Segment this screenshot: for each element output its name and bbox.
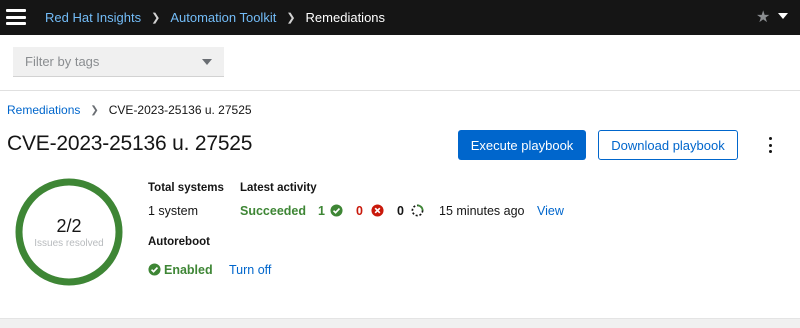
view-activity-link[interactable]: View xyxy=(537,204,564,218)
running-count: 0 xyxy=(397,204,404,218)
autoreboot-label: Autoreboot xyxy=(148,236,210,248)
caret-down-icon xyxy=(202,59,212,65)
top-breadcrumb-insights[interactable]: Red Hat Insights xyxy=(45,10,141,25)
top-breadcrumb: Red Hat Insights ❯ Automation Toolkit ❯ … xyxy=(45,0,385,35)
chevron-right-icon: ❯ xyxy=(286,12,296,24)
masthead: Red Hat Insights ❯ Automation Toolkit ❯ … xyxy=(0,0,800,35)
issues-progress-value: 2/2 xyxy=(56,216,82,236)
page-footer-band xyxy=(0,318,800,328)
chevron-right-icon: ❯ xyxy=(151,12,161,24)
autoreboot-status: Enabled xyxy=(164,263,213,277)
filter-bar: Filter by tags xyxy=(0,35,800,91)
breadcrumb: Remediations ❯ CVE-2023-25136 u. 27525 xyxy=(7,103,252,117)
chevron-right-icon: ❯ xyxy=(90,104,99,116)
check-circle-icon xyxy=(148,263,161,276)
turn-off-autoreboot-link[interactable]: Turn off xyxy=(229,263,271,277)
check-circle-icon xyxy=(330,204,343,217)
issues-progress-label: Issues resolved xyxy=(34,238,104,249)
times-circle-icon xyxy=(371,204,384,217)
top-breadcrumb-current: Remediations xyxy=(305,10,386,25)
total-systems-label: Total systems xyxy=(148,182,224,194)
failed-count: 0 xyxy=(356,204,363,218)
download-playbook-button[interactable]: Download playbook xyxy=(598,130,738,160)
activity-status: Succeeded xyxy=(240,204,307,218)
tag-filter-placeholder: Filter by tags xyxy=(25,54,100,69)
activity-time: 15 minutes ago xyxy=(439,204,525,218)
top-breadcrumb-toolkit[interactable]: Automation Toolkit xyxy=(170,10,276,25)
star-icon[interactable]: ★ xyxy=(756,7,770,27)
kebab-icon[interactable] xyxy=(765,137,775,153)
latest-activity-label: Latest activity xyxy=(240,182,317,194)
tag-filter-select[interactable]: Filter by tags xyxy=(13,47,224,77)
caret-down-icon[interactable] xyxy=(778,13,788,19)
page-title: CVE-2023-25136 u. 27525 xyxy=(7,132,253,155)
breadcrumb-current: CVE-2023-25136 u. 27525 xyxy=(108,103,252,117)
menu-icon[interactable] xyxy=(6,7,26,27)
breadcrumb-remediations-link[interactable]: Remediations xyxy=(7,103,80,117)
execute-playbook-button[interactable]: Execute playbook xyxy=(458,130,586,160)
total-systems-value: 1 system xyxy=(148,204,199,218)
in-progress-icon xyxy=(411,204,424,217)
success-count: 1 xyxy=(318,204,325,218)
